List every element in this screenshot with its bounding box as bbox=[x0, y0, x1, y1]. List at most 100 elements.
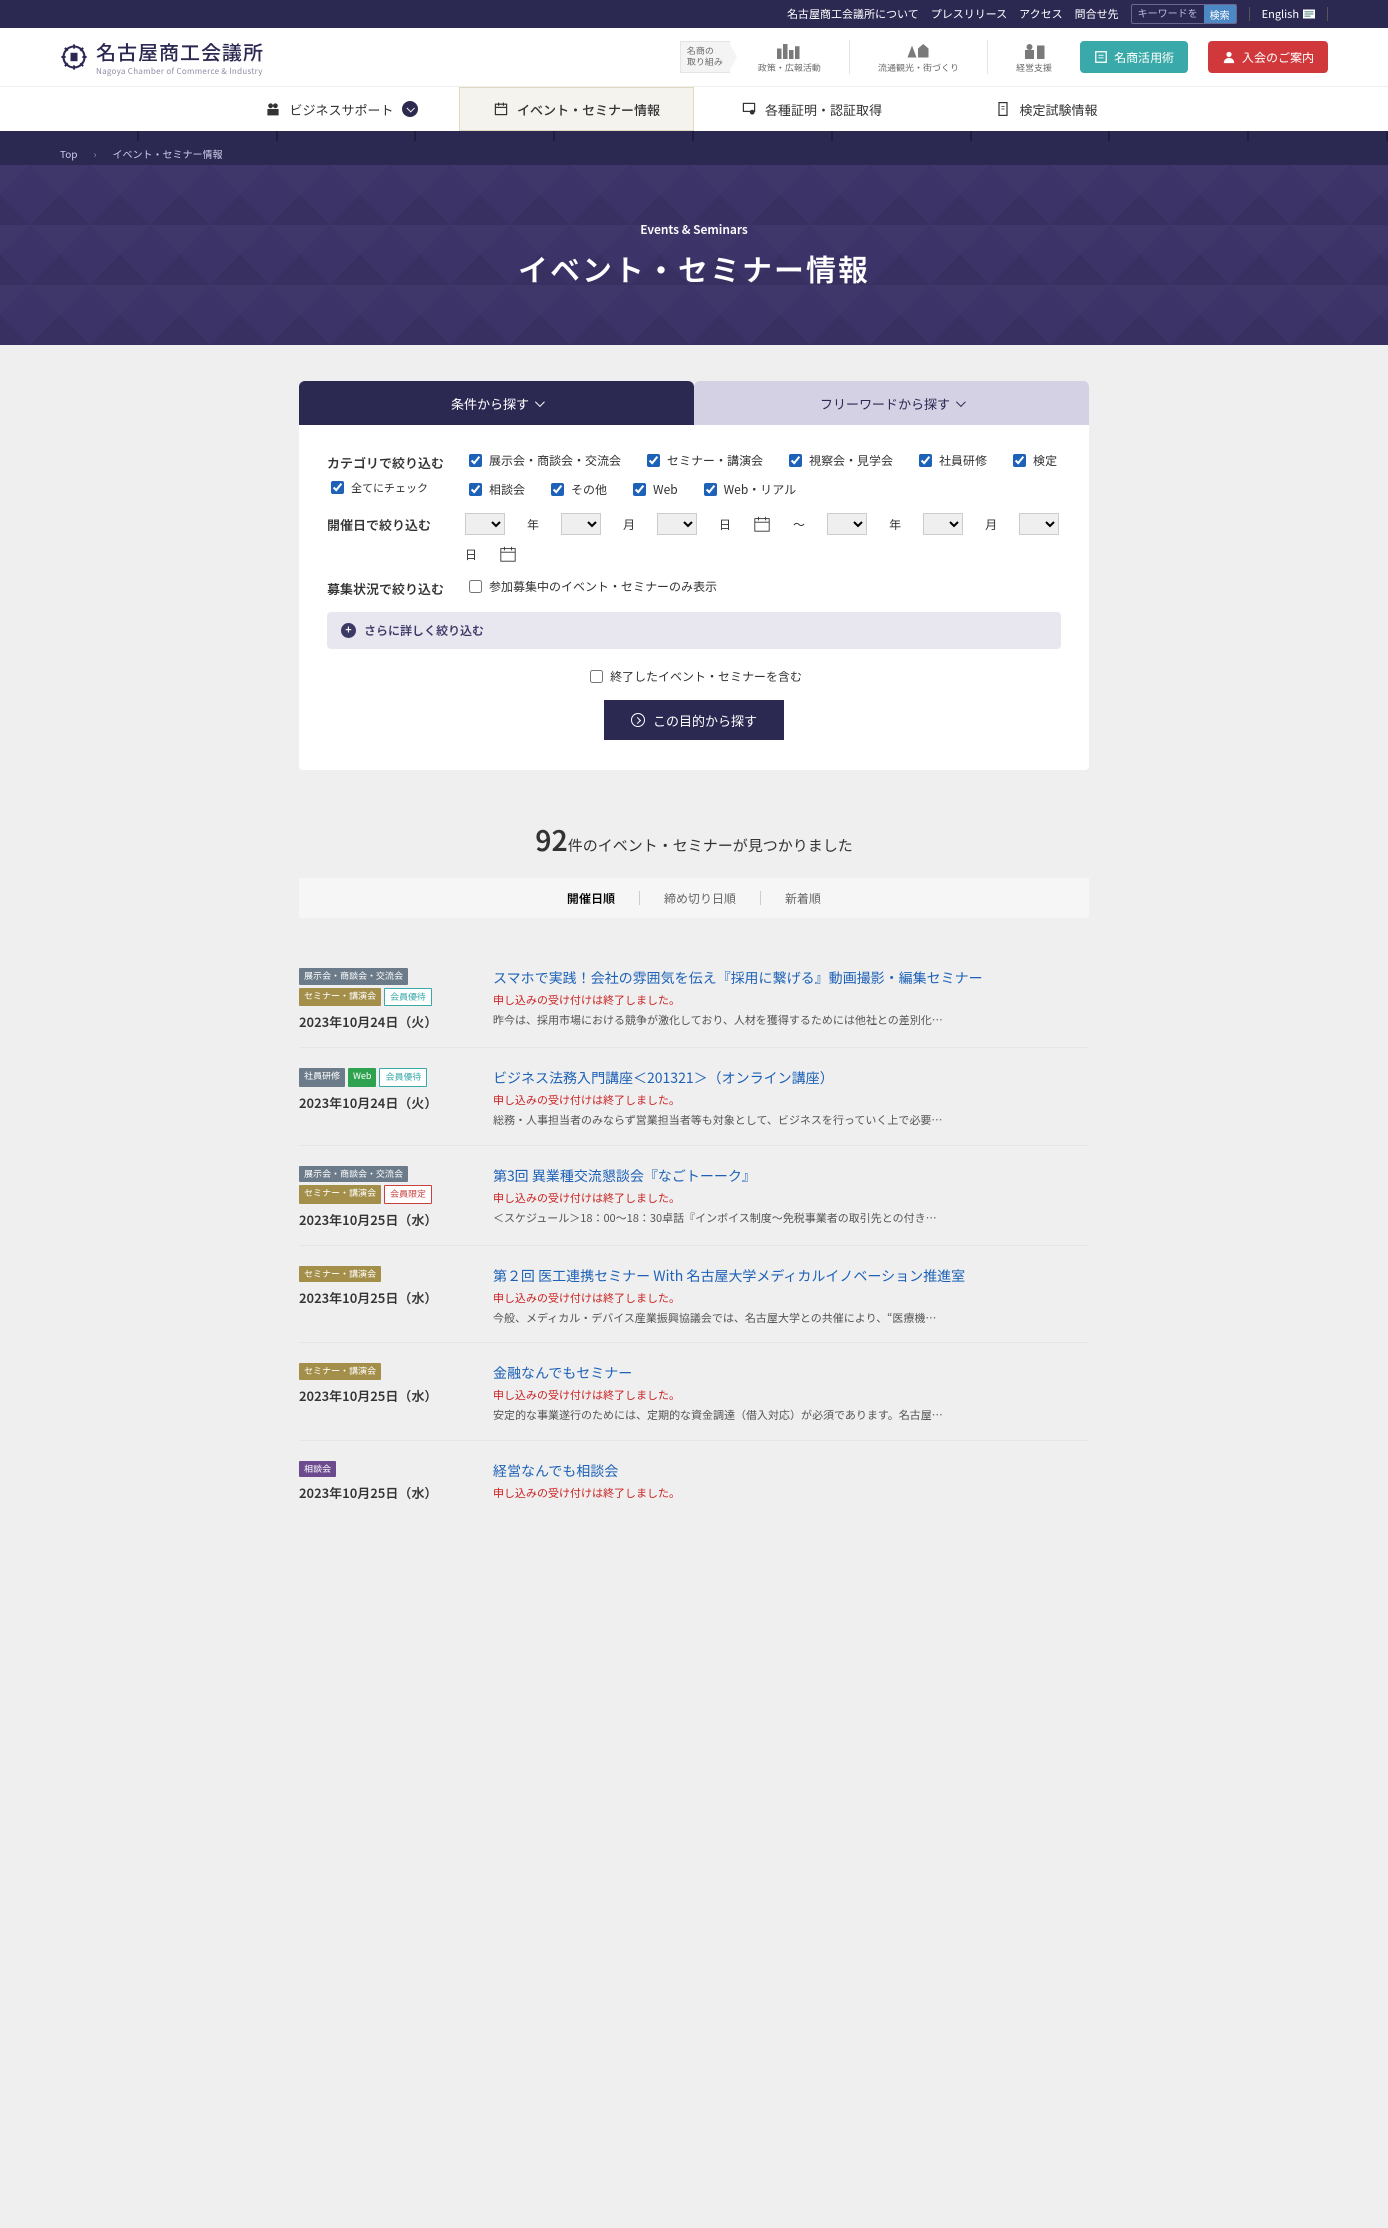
nav-business-support[interactable]: ビジネスサポート bbox=[224, 87, 459, 131]
to-day[interactable] bbox=[1019, 513, 1059, 535]
initiatives-badge[interactable]: 名商の取り組み bbox=[680, 41, 730, 73]
event-tag: 相談会 bbox=[299, 1461, 336, 1478]
filter-date-label: 開催日で絞り込む bbox=[327, 513, 447, 534]
nav-events[interactable]: イベント・セミナー情報 bbox=[459, 87, 694, 131]
sort-by-deadline[interactable]: 締め切り日順 bbox=[664, 890, 736, 907]
cat-option[interactable]: Web・リアル bbox=[700, 480, 796, 499]
arrow-right-icon bbox=[631, 713, 645, 727]
event-description: ＜スケジュール＞18：00～18：30卓話『インボイス制度～免税事業者の取引先と… bbox=[493, 1210, 1089, 1227]
nav-certificates[interactable]: 各種証明・認証取得 bbox=[694, 87, 929, 131]
include-finished[interactable]: 終了したイベント・セミナーを含む bbox=[327, 667, 1061, 686]
topbar-link[interactable]: プレスリリース bbox=[931, 6, 1007, 22]
tab-by-condition[interactable]: 条件から探す bbox=[299, 381, 694, 425]
status-option[interactable]: 参加募集中のイベント・セミナーのみ表示 bbox=[465, 577, 717, 596]
event-closed-notice: 申し込みの受け付けは終了しました。 bbox=[493, 1485, 1089, 1501]
event-title[interactable]: ビジネス法務入門講座＜201321＞（オンライン講座） bbox=[493, 1068, 1089, 1088]
cat-option[interactable]: 展示会・商談会・交流会 bbox=[465, 451, 621, 470]
language-icon bbox=[1303, 9, 1315, 19]
event-tag: セミナー・講演会 bbox=[299, 988, 381, 1007]
site-header: 名古屋商工会議所 Nagoya Chamber of Commerce & In… bbox=[0, 28, 1388, 86]
topbar-link[interactable]: 名古屋商工会議所について bbox=[787, 6, 919, 22]
sort-by-new[interactable]: 新着順 bbox=[785, 890, 821, 907]
event-row[interactable]: 社員研修Web会員優待2023年10月24日（火）ビジネス法務入門講座＜2013… bbox=[299, 1047, 1089, 1145]
event-row[interactable]: 展示会・商談会・交流会セミナー・講演会会員限定 2023年10月25日（水） 第3回… bbox=[299, 1145, 1089, 1245]
event-description: 今般、メディカル・デバイス産業振興協議会では、名古屋大学との共催により、“医療機… bbox=[493, 1310, 1089, 1327]
cat-option[interactable]: 相談会 bbox=[465, 480, 525, 499]
main-nav: ビジネスサポート イベント・セミナー情報 各種証明・認証取得 検定試験情報 bbox=[0, 86, 1388, 131]
sort-by-date[interactable]: 開催日順 bbox=[567, 890, 615, 907]
topbar-link[interactable]: 問合せ先 bbox=[1075, 6, 1119, 22]
event-tag: 会員優待 bbox=[384, 988, 432, 1007]
cat-option[interactable]: セミナー・講演会 bbox=[643, 451, 763, 470]
sort-bar: 開催日順 締め切り日順 新着順 bbox=[299, 878, 1089, 918]
event-date: 2023年10月25日（水） bbox=[299, 1210, 479, 1229]
event-title[interactable]: 第２回 医工連携セミナー With 名古屋大学メディカルイノベーション推進室 bbox=[493, 1266, 1089, 1286]
from-year[interactable] bbox=[465, 513, 505, 535]
site-logo[interactable]: 名古屋商工会議所 Nagoya Chamber of Commerce & In… bbox=[60, 37, 264, 77]
event-title[interactable]: 経営なんでも相談会 bbox=[493, 1461, 1089, 1481]
calendar-icon[interactable] bbox=[753, 515, 771, 533]
to-year[interactable] bbox=[827, 513, 867, 535]
event-tag: Web bbox=[348, 1068, 376, 1087]
cat-option[interactable]: 社員研修 bbox=[915, 451, 987, 470]
plus-icon: + bbox=[341, 623, 356, 638]
event-row[interactable]: セミナー・講演会2023年10月25日（水）金融なんでもセミナー申し込みの受け付… bbox=[299, 1342, 1089, 1440]
tab-by-keyword[interactable]: フリーワードから探す bbox=[694, 381, 1089, 425]
support-icon bbox=[1019, 41, 1049, 59]
event-date: 2023年10月24日（火） bbox=[299, 1012, 479, 1031]
event-closed-notice: 申し込みの受け付けは終了しました。 bbox=[493, 1290, 1089, 1306]
event-date: 2023年10月25日（水） bbox=[299, 1386, 479, 1405]
nav-exams[interactable]: 検定試験情報 bbox=[929, 87, 1164, 131]
cat-option[interactable]: 視察会・見学会 bbox=[785, 451, 893, 470]
event-tags: 社員研修Web会員優待 bbox=[299, 1068, 479, 1087]
event-title[interactable]: 金融なんでもセミナー bbox=[493, 1363, 1089, 1383]
search-mode-tabs: 条件から探す フリーワードから探す bbox=[299, 381, 1089, 425]
event-tag: 展示会・商談会・交流会 bbox=[299, 968, 408, 985]
filter-category-label: カテゴリで絞り込む bbox=[327, 451, 447, 472]
cta-join[interactable]: 入会のご案内 bbox=[1208, 41, 1328, 73]
topbar-link[interactable]: アクセス bbox=[1019, 6, 1062, 22]
event-tags: 相談会 bbox=[299, 1461, 479, 1478]
check-all[interactable]: 全てにチェック bbox=[327, 478, 447, 497]
event-tags: 展示会・商談会・交流会セミナー・講演会会員優待 bbox=[299, 968, 479, 1006]
calendar-icon[interactable] bbox=[499, 545, 517, 563]
event-tags: セミナー・講演会 bbox=[299, 1266, 479, 1283]
event-tag: セミナー・講演会 bbox=[299, 1266, 381, 1283]
to-month[interactable] bbox=[923, 513, 963, 535]
search-button[interactable]: 検索 bbox=[1204, 5, 1236, 23]
chevron-down-icon bbox=[402, 101, 418, 117]
hero-title: イベント・セミナー情報 bbox=[518, 246, 870, 290]
event-date: 2023年10月25日（水） bbox=[299, 1483, 479, 1502]
exam-icon bbox=[995, 101, 1011, 117]
search-input[interactable] bbox=[1132, 9, 1204, 20]
from-month[interactable] bbox=[561, 513, 601, 535]
nav-policy[interactable]: 政策・広報活動 bbox=[750, 41, 829, 74]
event-title[interactable]: スマホで実践！会社の雰囲気を伝え『採用に繋げる』動画撮影・編集セミナー bbox=[493, 968, 1089, 988]
event-row[interactable]: 相談会 2023年10月25日（水） 経営なんでも相談会申し込みの受け付けは終了しま… bbox=[299, 1440, 1089, 1521]
cta-usage-guide[interactable]: 名商活用術 bbox=[1080, 41, 1188, 73]
site-search: 検索 bbox=[1131, 4, 1237, 24]
nav-support[interactable]: 経営支援 bbox=[1008, 41, 1060, 74]
more-filters-toggle[interactable]: + さらに詳しく絞り込む bbox=[327, 612, 1061, 649]
event-tags: 展示会・商談会・交流会セミナー・講演会会員限定 bbox=[299, 1166, 479, 1204]
logo-text-en: Nagoya Chamber of Commerce & Industry bbox=[96, 66, 264, 77]
event-row[interactable]: セミナー・講演会2023年10月25日（水）第２回 医工連携セミナー With … bbox=[299, 1245, 1089, 1343]
cat-option[interactable]: 検定 bbox=[1009, 451, 1057, 470]
from-day[interactable] bbox=[657, 513, 697, 535]
cat-option[interactable]: その他 bbox=[547, 480, 607, 499]
cat-option[interactable]: Web bbox=[629, 480, 678, 499]
nav-tourism[interactable]: 流通観光・街づくり bbox=[870, 41, 967, 74]
hero-subtitle: Events & Seminars bbox=[640, 221, 747, 238]
apply-filters-button[interactable]: この目的から探す bbox=[604, 700, 784, 740]
event-title[interactable]: 第3回 異業種交流懇談会『なごトーーク』 bbox=[493, 1166, 1089, 1186]
filter-panel: カテゴリで絞り込む 全てにチェック 展示会・商談会・交流会 セミナー・講演会 視… bbox=[299, 425, 1089, 770]
people-icon bbox=[265, 101, 281, 117]
event-description: 安定的な事業遂行のためには、定期的な資金調達（借入対応）が必須であります。名古屋… bbox=[493, 1407, 1089, 1424]
event-closed-notice: 申し込みの受け付けは終了しました。 bbox=[493, 992, 1089, 1008]
language-switch[interactable]: English bbox=[1262, 6, 1315, 22]
event-row[interactable]: 展示会・商談会・交流会セミナー・講演会会員優待 2023年10月24日（火） スマホ… bbox=[299, 948, 1089, 1047]
event-tags: セミナー・講演会 bbox=[299, 1363, 479, 1380]
breadcrumb-top[interactable]: Top bbox=[60, 146, 78, 161]
breadcrumb-current: イベント・セミナー情報 bbox=[113, 146, 223, 161]
note-icon bbox=[1094, 50, 1108, 64]
